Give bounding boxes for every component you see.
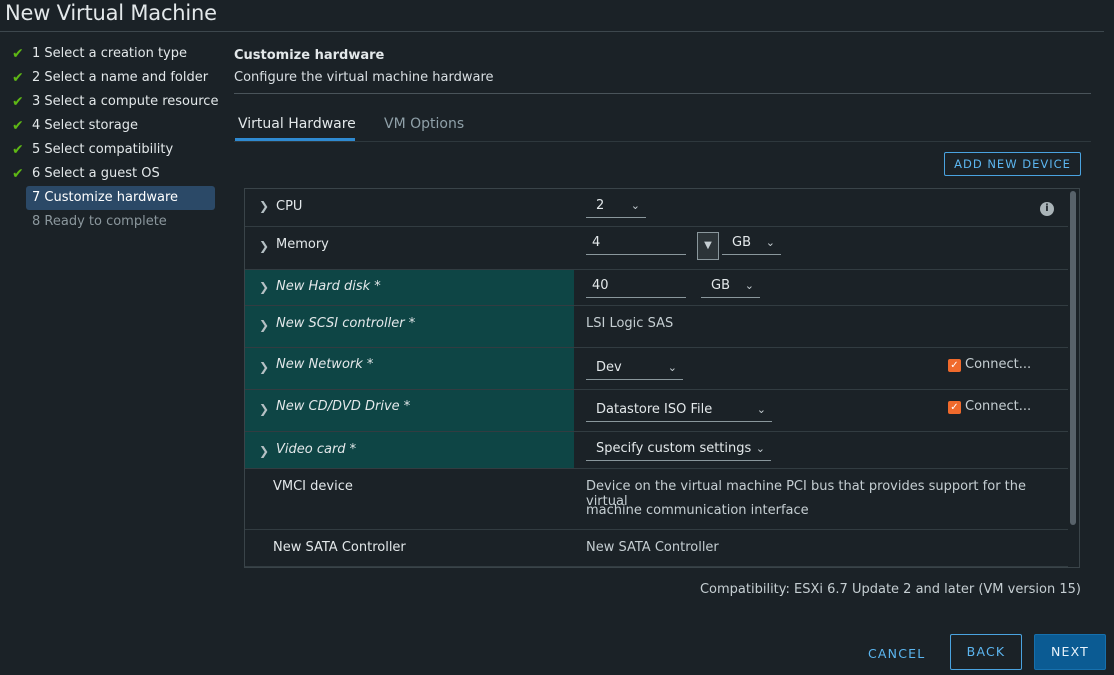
hardware-row-sata: New SATA Controller New SATA Controller [245, 530, 1068, 567]
sata-value: New SATA Controller [586, 540, 719, 555]
hard-disk-size-value: 40 [592, 278, 609, 293]
chevron-right-icon[interactable]: ❯ [259, 239, 269, 253]
vmci-label: VMCI device [273, 479, 353, 494]
hard-disk-label: New Hard disk * [276, 279, 381, 294]
chevron-right-icon[interactable]: ❯ [259, 318, 269, 332]
vmci-description-line2: machine communication interface [586, 503, 809, 518]
check-icon: ✔ [12, 142, 24, 158]
memory-value: 4 [592, 235, 601, 250]
check-icon: ✔ [12, 70, 24, 86]
chevron-down-icon: ⌄ [744, 279, 754, 292]
step-label: 8 Ready to complete [32, 214, 167, 229]
step-3[interactable]: ✔ 3 Select a compute resource [0, 90, 222, 114]
tab-vm-options[interactable]: VM Options [384, 116, 464, 132]
grid-scrollbar[interactable] [1070, 191, 1076, 525]
chevron-down-icon: ⌄ [667, 361, 677, 374]
cancel-button[interactable]: CANCEL [868, 646, 925, 661]
cd-dvd-connect-label[interactable]: Connect... [965, 399, 1031, 414]
step-label: 1 Select a creation type [32, 46, 187, 61]
video-card-select[interactable]: Specify custom settings ⌄ [586, 439, 771, 461]
chevron-right-icon[interactable]: ❯ [259, 360, 269, 374]
next-button[interactable]: NEXT [1034, 634, 1106, 670]
add-new-device-button[interactable]: ADD NEW DEVICE [944, 152, 1081, 176]
hardware-row-memory: ❯ Memory 4 ▼ GB ⌄ [245, 227, 1068, 270]
hardware-row-hard-disk: ❯ New Hard disk * 40 GB ⌄ [245, 270, 1068, 306]
hardware-row-cd-dvd: ❯ New CD/DVD Drive * Datastore ISO File … [245, 390, 1068, 432]
info-icon[interactable]: i [1040, 202, 1054, 216]
hard-disk-unit: GB [711, 278, 730, 293]
step-8: 8 Ready to complete [0, 210, 222, 234]
chevron-right-icon[interactable]: ❯ [259, 444, 269, 458]
hardware-row-scsi: ❯ New SCSI controller * LSI Logic SAS [245, 306, 1068, 348]
chevron-right-icon[interactable]: ❯ [259, 402, 269, 416]
section-title: Customize hardware [234, 48, 385, 63]
section-subtitle: Configure the virtual machine hardware [234, 70, 494, 85]
network-label: New Network * [276, 357, 374, 372]
cpu-value: 2 [596, 198, 605, 213]
step-1[interactable]: ✔ 1 Select a creation type [0, 42, 222, 66]
tabs-divider [234, 141, 1091, 142]
step-label: 4 Select storage [32, 118, 139, 133]
hardware-row-network: ❯ New Network * Dev ⌄ ✓ Connect... [245, 348, 1068, 390]
step-4[interactable]: ✔ 4 Select storage [0, 114, 222, 138]
hardware-row-vmci: VMCI device Device on the virtual machin… [245, 469, 1068, 530]
cd-dvd-select[interactable]: Datastore ISO File ⌄ [586, 400, 772, 422]
back-button[interactable]: BACK [950, 634, 1022, 670]
check-icon: ✔ [12, 118, 24, 134]
chevron-down-icon: ⌄ [756, 403, 766, 416]
hard-disk-size-input[interactable]: 40 [586, 276, 686, 298]
video-card-value: Specify custom settings [596, 441, 752, 456]
check-icon: ✔ [12, 94, 24, 110]
step-label: 5 Select compatibility [32, 142, 174, 157]
hardware-row-cpu: ❯ CPU 2 ⌄ i [245, 189, 1068, 227]
step-label: 6 Select a guest OS [32, 166, 160, 181]
hardware-row-video-card: ❯ Video card * Specify custom settings ⌄ [245, 432, 1068, 469]
scsi-value: LSI Logic SAS [586, 316, 674, 331]
cpu-select[interactable]: 2 ⌄ [586, 196, 646, 218]
chevron-right-icon[interactable]: ❯ [259, 280, 269, 294]
network-select[interactable]: Dev ⌄ [586, 358, 683, 380]
check-icon: ✔ [12, 46, 24, 62]
step-2[interactable]: ✔ 2 Select a name and folder [0, 66, 222, 90]
memory-input[interactable]: 4 [586, 233, 686, 255]
video-card-label: Video card * [276, 442, 357, 457]
memory-unit-select[interactable]: GB ⌄ [722, 233, 781, 255]
step-label: 2 Select a name and folder [32, 70, 209, 85]
step-label: 7 Customize hardware [32, 190, 179, 205]
hard-disk-unit-select[interactable]: GB ⌄ [701, 276, 760, 298]
chevron-down-icon: ⌄ [630, 199, 640, 212]
step-7[interactable]: 7 Customize hardware [26, 186, 215, 210]
cd-dvd-connect-checkbox[interactable]: ✓ [948, 401, 961, 414]
network-connect-checkbox[interactable]: ✓ [948, 359, 961, 372]
hardware-grid: ❯ CPU 2 ⌄ i ❯ Memory 4 ▼ GB ⌄ ❯ New Hard… [244, 188, 1080, 568]
wizard-steps: ✔ 1 Select a creation type ✔ 2 Select a na… [0, 42, 222, 234]
memory-label: Memory [276, 237, 329, 252]
chevron-down-icon: ⌄ [765, 236, 775, 249]
compatibility-text: Compatibility: ESXi 6.7 Update 2 and lat… [699, 582, 1081, 597]
step-label: 3 Select a compute resource [32, 94, 219, 109]
memory-unit: GB [732, 235, 751, 250]
scsi-label: New SCSI controller * [276, 316, 416, 331]
chevron-right-icon[interactable]: ❯ [259, 199, 269, 213]
window-title: New Virtual Machine [5, 1, 217, 25]
network-value: Dev [596, 360, 622, 375]
step-6[interactable]: ✔ 6 Select a guest OS [0, 162, 222, 186]
tab-virtual-hardware[interactable]: Virtual Hardware [238, 116, 356, 132]
cd-dvd-value: Datastore ISO File [596, 402, 713, 417]
cd-dvd-label: New CD/DVD Drive * [276, 399, 411, 414]
chevron-down-icon: ⌄ [755, 442, 765, 455]
network-connect-label[interactable]: Connect... [965, 357, 1031, 372]
memory-preset-dropdown[interactable]: ▼ [697, 232, 719, 260]
sata-label: New SATA Controller [273, 540, 406, 555]
title-divider [0, 31, 1104, 32]
header-divider [234, 93, 1091, 94]
step-5[interactable]: ✔ 5 Select compatibility [0, 138, 222, 162]
check-icon: ✔ [12, 166, 24, 182]
cpu-label: CPU [276, 199, 303, 214]
